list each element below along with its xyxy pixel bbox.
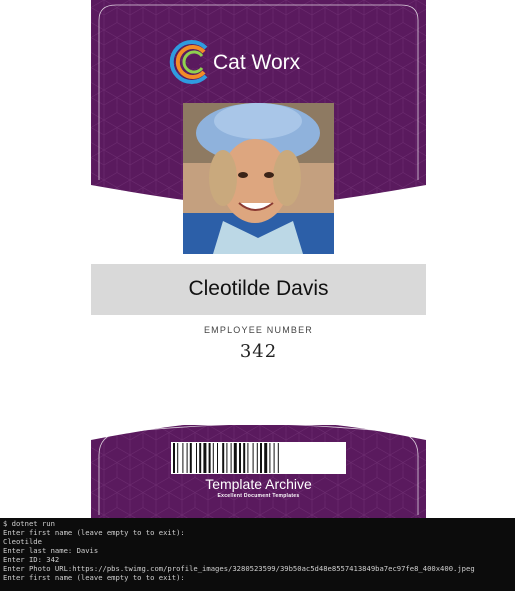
badge-footer-content: Template Archive Excellent Document Temp… [91, 425, 426, 518]
barcode-icon [171, 442, 346, 474]
footer-title: Template Archive [205, 476, 312, 492]
employee-name-band: Cleotilde Davis [91, 264, 426, 315]
employee-number: 342 [239, 341, 278, 362]
terminal-line: Enter first name (leave empty to to exit… [3, 573, 185, 582]
company-logo: Cat Worx [166, 38, 366, 86]
terminal-line: Enter Photo URL:https://pbs.twimg.com/pr… [3, 564, 475, 573]
employee-photo [183, 103, 334, 254]
terminal-line: Enter first name (leave empty to to exit… [3, 528, 185, 537]
terminal-line: Enter last name: Davis [3, 546, 99, 555]
terminal-output[interactable]: $ dotnet run Enter first name (leave emp… [0, 518, 515, 591]
employee-name: Cleotilde Davis [188, 277, 329, 300]
terminal-line: Cleotilde [3, 537, 42, 546]
company-name: Cat Worx [213, 51, 301, 74]
cat-worx-logo-icon [166, 38, 214, 86]
terminal-line: Enter ID: 342 [3, 555, 60, 564]
footer-subtitle: Excellent Document Templates [217, 493, 300, 499]
employee-number-label: EMPLOYEE NUMBER [203, 325, 314, 335]
id-badge: Cat Worx Cleotilde Davis EMPLOYEE NUMBER… [91, 0, 426, 518]
terminal-line: $ dotnet run [3, 519, 55, 528]
